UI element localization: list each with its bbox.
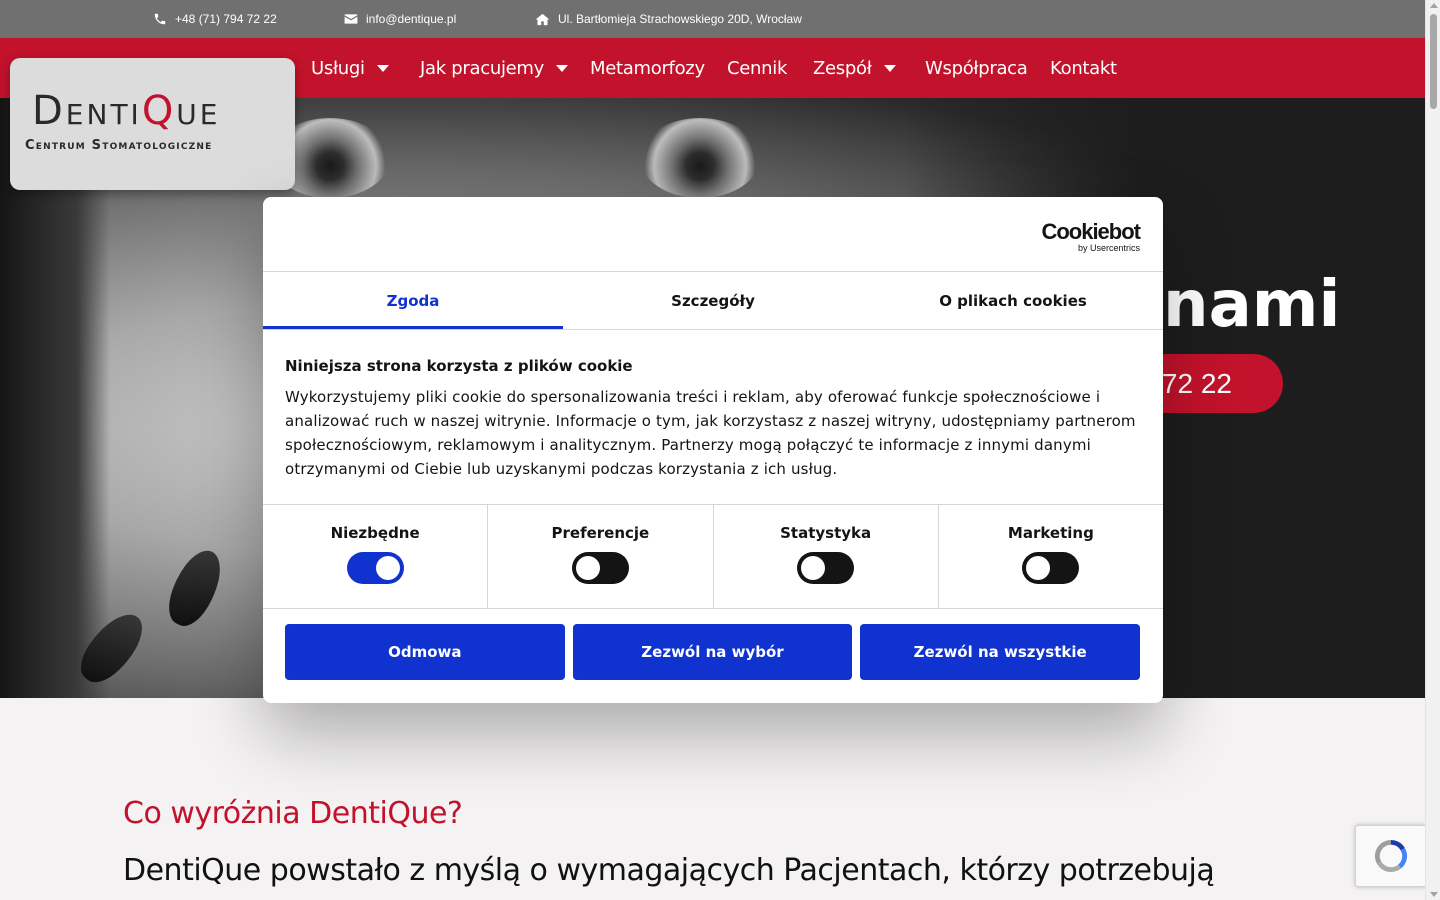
nav-item-kontakt[interactable]: Kontakt	[1050, 38, 1117, 98]
logo-tagline: Centrum Stomatologiczne	[25, 138, 213, 153]
category-label: Preferencje	[551, 524, 650, 542]
address-link[interactable]: Ul. Bartłomieja Strachowskiego 20D, Wroc…	[535, 0, 802, 38]
hero-image-nail	[159, 543, 231, 633]
nav-item-uslugi[interactable]: Usługi	[311, 38, 389, 98]
phone-icon	[154, 13, 166, 25]
dialog-description: Wykorzystujemy pliki cookie do spersonal…	[285, 388, 1136, 478]
toggle-knob	[1026, 556, 1051, 580]
nav-item-label: Usługi	[311, 57, 365, 79]
recaptcha-badge[interactable]	[1355, 825, 1427, 887]
nav-item-cennik[interactable]: Cennik	[727, 38, 787, 98]
scroll-up-arrow-icon[interactable]	[1430, 3, 1438, 8]
scroll-down-arrow-icon[interactable]	[1430, 892, 1438, 897]
consent-buttons: Odmowa Zezwól na wybór Zezwól na wszystk…	[285, 624, 1141, 680]
nav-item-jak-pracujemy[interactable]: Jak pracujemy	[420, 38, 569, 98]
tab-zgoda[interactable]: Zgoda	[263, 272, 563, 329]
category-marketing: Marketing	[939, 504, 1163, 608]
divider	[263, 329, 1163, 330]
caret-down-icon	[883, 64, 896, 72]
nav-item-label: Zespół	[813, 57, 872, 79]
home-icon	[535, 13, 550, 25]
section-text: DentiQue powstało z myślą o wymagających…	[123, 853, 1215, 888]
allow-selection-button[interactable]: Zezwól na wybór	[572, 624, 853, 680]
statystyka-toggle[interactable]	[797, 552, 855, 584]
toggle-knob	[801, 556, 826, 580]
category-label: Marketing	[1007, 524, 1094, 542]
toggle-knob	[575, 556, 600, 580]
nav-item-label: Jak pracujemy	[420, 57, 545, 79]
nav-item-label: Cennik	[727, 57, 788, 79]
email-address: info@dentique.pl	[366, 12, 457, 26]
nav-item-label: Kontakt	[1050, 57, 1117, 79]
hero-heading: nami	[1163, 268, 1341, 342]
hero-image-eye-right	[640, 118, 760, 198]
category-label: Niezbędne	[330, 524, 420, 542]
marketing-toggle[interactable]	[1022, 552, 1080, 584]
dialog-title: Niniejsza strona korzysta z plików cooki…	[285, 357, 633, 375]
tab-szczegoly[interactable]: Szczegóły	[563, 272, 863, 329]
toggle-knob	[375, 556, 400, 580]
allow-all-button[interactable]: Zezwól na wszystkie	[860, 624, 1141, 680]
cookie-consent-dialog: Cookiebot by Usercentrics Zgoda Szczegół…	[263, 197, 1163, 703]
niezbedne-toggle[interactable]	[346, 552, 404, 584]
phone-number: +48 (71) 794 72 22	[175, 12, 277, 26]
nav-item-metamorfozy[interactable]: Metamorfozy	[590, 38, 705, 98]
nav-item-label: Współpraca	[925, 57, 1028, 79]
cookiebot-logo[interactable]: Cookiebot by Usercentrics	[1041, 219, 1141, 253]
scrollbar-thumb[interactable]	[1430, 14, 1437, 109]
deny-button[interactable]: Odmowa	[285, 624, 565, 680]
caret-down-icon	[556, 64, 569, 72]
site-logo[interactable]: DentiQue Centrum Stomatologiczne	[10, 58, 295, 190]
category-preferencje: Preferencje	[488, 504, 714, 608]
divider	[263, 608, 1163, 609]
preferencje-toggle[interactable]	[571, 552, 629, 584]
nav-item-label: Metamorfozy	[590, 57, 705, 79]
tab-o-plikach-cookies[interactable]: O plikach cookies	[863, 272, 1163, 329]
top-info-bar: +48 (71) 794 72 22 info@dentique.pl Ul. …	[0, 0, 1425, 38]
logo-wordmark: DentiQue	[32, 88, 221, 134]
address-text: Ul. Bartłomieja Strachowskiego 20D, Wroc…	[558, 12, 802, 26]
category-statystyka: Statystyka	[714, 504, 939, 608]
recaptcha-icon	[1374, 839, 1408, 873]
category-label: Statystyka	[780, 524, 872, 542]
category-niezbedne: Niezbędne	[263, 504, 489, 608]
consent-categories: Niezbędne Preferencje Statystyka Marketi…	[263, 504, 1163, 608]
envelope-icon	[344, 14, 358, 24]
email-link[interactable]: info@dentique.pl	[344, 0, 456, 38]
phone-link[interactable]: +48 (71) 794 72 22	[153, 0, 277, 38]
page-scrollbar[interactable]	[1425, 0, 1440, 900]
caret-down-icon	[376, 64, 389, 72]
cookiebot-brand: Cookiebot	[1041, 219, 1141, 244]
nav-item-wspolpraca[interactable]: Współpraca	[925, 38, 1028, 98]
nav-item-zespol[interactable]: Zespół	[813, 38, 896, 98]
hero-call-label: 72 22	[1161, 367, 1232, 399]
section-title: Co wyróżnia DentiQue?	[123, 796, 463, 831]
